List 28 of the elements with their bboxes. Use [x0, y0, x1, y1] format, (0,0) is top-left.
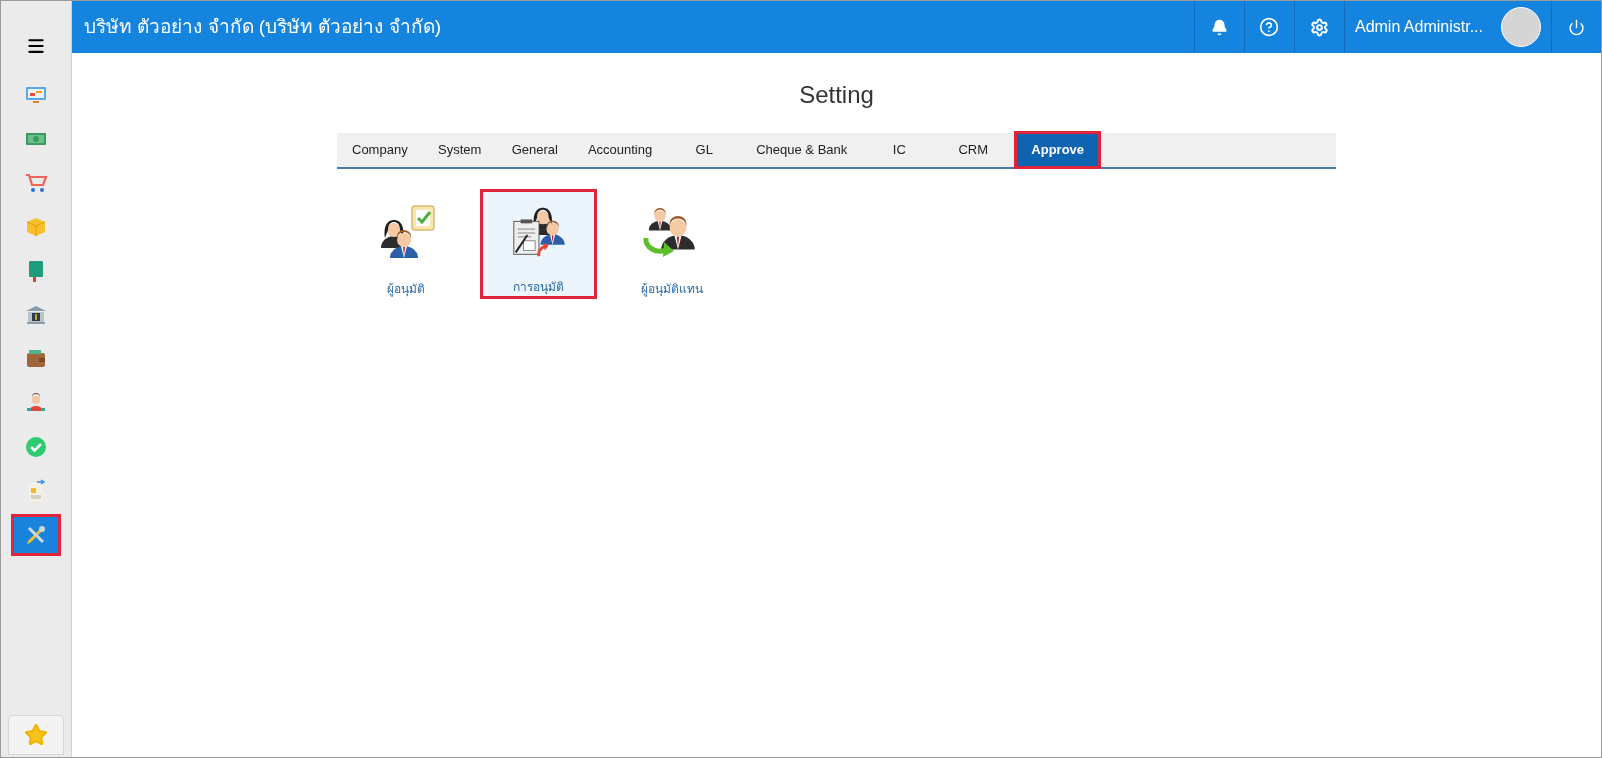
- page-title: Setting: [799, 80, 874, 110]
- tab[interactable]: System: [422, 133, 497, 167]
- user-name[interactable]: Admin Administr...: [1354, 15, 1483, 39]
- tab[interactable]: GL: [667, 133, 742, 167]
- company-name: บริษัท ตัวอย่าง จำกัด (บริษัท ตัวอย่าง จำกัด): [83, 14, 443, 39]
- bell-icon: [1210, 18, 1228, 36]
- tab[interactable]: IC: [862, 133, 937, 167]
- menu-icon: [26, 36, 46, 56]
- settings-icon: [1309, 17, 1329, 37]
- check-circle-icon: [24, 435, 48, 459]
- tab[interactable]: Accounting: [572, 133, 668, 167]
- favorites-button[interactable]: [8, 715, 64, 755]
- help-icon: [1259, 17, 1280, 37]
- settings-tile[interactable]: การอนุมัติ: [480, 189, 597, 299]
- settings-tile[interactable]: ผู้อนุมัติ: [347, 189, 464, 299]
- avatar[interactable]: [1501, 7, 1541, 47]
- cart-icon: [24, 171, 48, 195]
- tab[interactable]: Cheque & Bank: [741, 133, 863, 167]
- tools-icon: [24, 523, 48, 547]
- star-icon: [24, 723, 48, 747]
- box-icon: [24, 215, 48, 239]
- power-icon: [1568, 18, 1585, 36]
- bank-icon: [24, 303, 48, 327]
- tab[interactable]: CRM: [936, 133, 1011, 167]
- tab[interactable]: Company: [337, 133, 423, 167]
- tab[interactable]: General: [496, 133, 573, 167]
- tab[interactable]: Approve: [1014, 131, 1102, 169]
- settings-tile[interactable]: ผู้อนุมัติแทน: [613, 189, 730, 299]
